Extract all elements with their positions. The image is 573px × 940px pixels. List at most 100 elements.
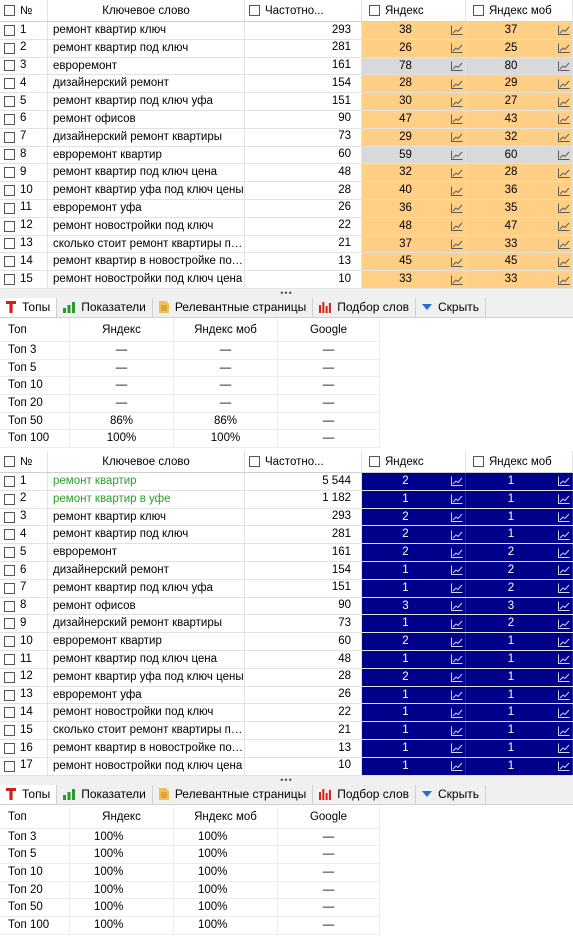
row-checkbox[interactable] bbox=[4, 42, 15, 54]
row-checkbox[interactable] bbox=[4, 653, 15, 665]
table-row[interactable]: 10 евроремонт квартир 60 2 1 bbox=[0, 633, 573, 652]
row-num-cell[interactable]: 13 bbox=[0, 686, 48, 704]
chart-line-icon[interactable] bbox=[556, 509, 572, 526]
keyword-cell[interactable]: ремонт квартир ключ bbox=[48, 22, 245, 39]
chart-line-icon[interactable] bbox=[449, 544, 465, 561]
yandex-mob-position-cell[interactable]: 2 bbox=[466, 562, 573, 579]
frequency-cell[interactable]: 10 bbox=[245, 271, 362, 288]
row-checkbox[interactable] bbox=[4, 149, 15, 161]
yandex-mob-position-cell[interactable]: 27 bbox=[466, 93, 573, 110]
row-checkbox[interactable] bbox=[4, 618, 15, 630]
row-checkbox[interactable] bbox=[4, 131, 15, 143]
chart-line-icon[interactable] bbox=[556, 687, 572, 704]
chart-line-icon[interactable] bbox=[449, 164, 465, 181]
row-num-cell[interactable]: 1 bbox=[0, 22, 48, 39]
yandex-mob-position-cell[interactable]: 29 bbox=[466, 75, 573, 93]
table-row[interactable]: 1 ремонт квартир ключ 293 38 37 bbox=[0, 22, 573, 40]
yandex-mob-position-cell[interactable]: 1 bbox=[466, 508, 573, 526]
yandex-mob-position-cell[interactable]: 33 bbox=[466, 271, 573, 288]
chart-line-icon[interactable] bbox=[556, 740, 572, 757]
row-checkbox[interactable] bbox=[4, 256, 15, 268]
table-row[interactable]: 8 евроремонт квартир 60 59 60 bbox=[0, 146, 573, 165]
row-checkbox[interactable] bbox=[4, 725, 15, 737]
frequency-cell[interactable]: 161 bbox=[245, 544, 362, 562]
chart-line-icon[interactable] bbox=[449, 669, 465, 686]
chart-line-icon[interactable] bbox=[556, 22, 572, 39]
keyword-cell[interactable]: евроремонт уфа bbox=[48, 199, 245, 217]
row-num-cell[interactable]: 16 bbox=[0, 740, 48, 757]
row-num-cell[interactable]: 3 bbox=[0, 57, 48, 75]
chart-line-icon[interactable] bbox=[449, 491, 465, 508]
yandex-mob-position-cell[interactable]: 2 bbox=[466, 579, 573, 597]
table-row[interactable]: 16 ремонт квартир в новостройке под к... 1… bbox=[0, 740, 573, 758]
chart-line-icon[interactable] bbox=[449, 40, 465, 57]
keyword-cell[interactable]: ремонт новостройки под ключ bbox=[48, 217, 245, 235]
frequency-cell[interactable]: 5 544 bbox=[245, 473, 362, 490]
yandex-position-cell[interactable]: 48 bbox=[362, 217, 466, 235]
yandex-position-cell[interactable]: 1 bbox=[362, 651, 466, 668]
frequency-cell[interactable]: 28 bbox=[245, 668, 362, 686]
yandex-mob-position-cell[interactable]: 1 bbox=[466, 668, 573, 686]
table-row[interactable]: 12 ремонт квартир уфа под ключ цены 28 2 1 bbox=[0, 668, 573, 687]
frequency-cell[interactable]: 60 bbox=[245, 146, 362, 164]
select-all-checkbox[interactable] bbox=[4, 5, 15, 16]
yandex-checkbox[interactable] bbox=[369, 5, 380, 16]
row-checkbox[interactable] bbox=[4, 238, 15, 250]
col-yandex-mob-header[interactable]: Яндекс моб bbox=[466, 451, 573, 473]
table-row[interactable]: 9 дизайнерский ремонт квартиры 73 1 2 bbox=[0, 615, 573, 634]
yandex-position-cell[interactable]: 36 bbox=[362, 199, 466, 217]
col-keyword-header[interactable]: Ключевое слово bbox=[48, 0, 245, 21]
row-checkbox[interactable] bbox=[4, 167, 15, 179]
frequency-cell[interactable]: 154 bbox=[245, 75, 362, 93]
frequency-cell[interactable]: 1 182 bbox=[245, 490, 362, 508]
keyword-cell[interactable]: ремонт новостройки под ключ bbox=[48, 704, 245, 722]
row-num-cell[interactable]: 15 bbox=[0, 271, 48, 288]
frequency-cell[interactable]: 13 bbox=[245, 253, 362, 271]
yandex-mob-checkbox[interactable] bbox=[473, 5, 484, 16]
chart-line-icon[interactable] bbox=[556, 236, 572, 253]
row-checkbox[interactable] bbox=[4, 582, 15, 594]
row-num-cell[interactable]: 14 bbox=[0, 253, 48, 271]
row-checkbox[interactable] bbox=[4, 493, 15, 505]
table-row[interactable]: 7 дизайнерский ремонт квартиры 73 29 32 bbox=[0, 128, 573, 147]
yandex-mob-position-cell[interactable]: 32 bbox=[466, 128, 573, 146]
yandex-position-cell[interactable]: 29 bbox=[362, 128, 466, 146]
yandex-mob-position-cell[interactable]: 2 bbox=[466, 544, 573, 562]
keyword-cell[interactable]: евроремонт квартир bbox=[48, 633, 245, 651]
yandex-position-cell[interactable]: 47 bbox=[362, 110, 466, 128]
row-checkbox[interactable] bbox=[4, 600, 15, 612]
yandex-mob-position-cell[interactable]: 45 bbox=[466, 253, 573, 271]
chart-line-icon[interactable] bbox=[556, 111, 572, 128]
chart-line-icon[interactable] bbox=[556, 93, 572, 110]
yandex-position-cell[interactable]: 2 bbox=[362, 544, 466, 562]
yandex-mob-position-cell[interactable]: 35 bbox=[466, 199, 573, 217]
chart-line-icon[interactable] bbox=[556, 615, 572, 632]
row-num-cell[interactable]: 17 bbox=[0, 757, 48, 775]
yandex-position-cell[interactable]: 45 bbox=[362, 253, 466, 271]
keyword-cell[interactable]: ремонт офисов bbox=[48, 110, 245, 128]
row-checkbox[interactable] bbox=[4, 707, 15, 719]
keyword-cell[interactable]: ремонт квартир уфа под ключ цены bbox=[48, 182, 245, 199]
chart-line-icon[interactable] bbox=[449, 722, 465, 739]
splitter-handle[interactable]: ••• bbox=[0, 288, 573, 298]
chart-line-icon[interactable] bbox=[449, 615, 465, 632]
yandex-checkbox[interactable] bbox=[369, 456, 380, 468]
yandex-position-cell[interactable]: 78 bbox=[362, 57, 466, 75]
tab-relevant-pages[interactable]: Релевантные страницы bbox=[152, 297, 314, 317]
yandex-position-cell[interactable]: 26 bbox=[362, 39, 466, 57]
yandex-position-cell[interactable]: 1 bbox=[362, 562, 466, 579]
yandex-position-cell[interactable]: 2 bbox=[362, 526, 466, 544]
chart-line-icon[interactable] bbox=[449, 562, 465, 579]
hide-panel-button[interactable]: Скрыть bbox=[416, 297, 486, 317]
tab-tops[interactable]: Топы bbox=[0, 297, 58, 317]
chart-line-icon[interactable] bbox=[556, 598, 572, 615]
chart-line-icon[interactable] bbox=[556, 129, 572, 146]
yandex-mob-position-cell[interactable]: 1 bbox=[466, 757, 573, 775]
yandex-mob-position-cell[interactable]: 1 bbox=[466, 490, 573, 508]
keyword-cell[interactable]: дизайнерский ремонт квартиры bbox=[48, 615, 245, 633]
keyword-cell[interactable]: дизайнерский ремонт bbox=[48, 562, 245, 579]
tab-tops[interactable]: Топы bbox=[0, 784, 58, 804]
chart-line-icon[interactable] bbox=[449, 526, 465, 543]
frequency-cell[interactable]: 48 bbox=[245, 651, 362, 668]
table-row[interactable]: 7 ремонт квартир под ключ уфа 151 1 2 bbox=[0, 579, 573, 598]
